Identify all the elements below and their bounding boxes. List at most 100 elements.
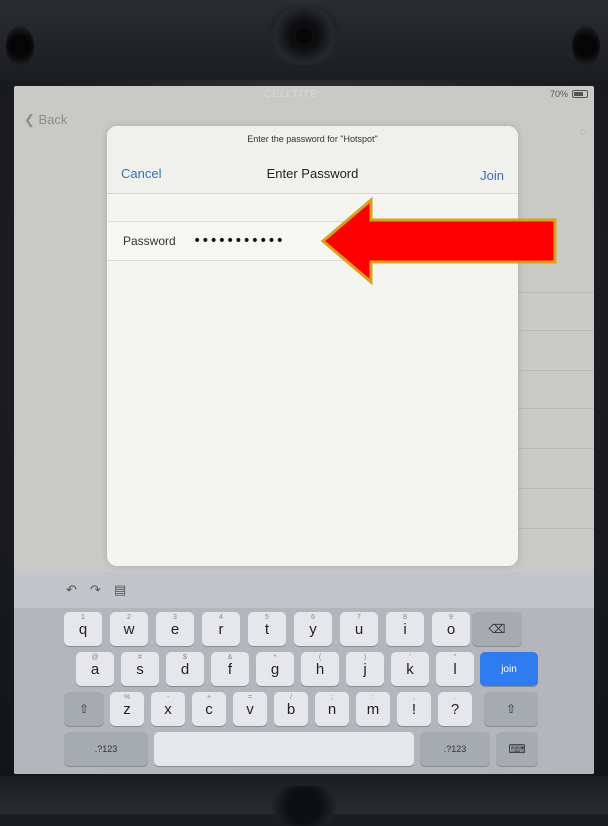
key-hint: :: [372, 694, 374, 701]
arrow-shape: [320, 196, 557, 286]
key-b[interactable]: / b: [274, 692, 308, 726]
key-label: w: [123, 620, 135, 638]
key-v[interactable]: = v: [233, 692, 267, 726]
key-hint: 4: [219, 614, 223, 621]
key-label: x: [164, 700, 172, 718]
shift-icon: ⇧: [78, 702, 90, 716]
key-label: v: [246, 700, 254, 718]
key-hint: 2: [127, 614, 131, 621]
key-hint: 1: [81, 614, 85, 621]
key-![interactable]: ,!: [397, 692, 431, 726]
battery-icon: [572, 90, 588, 98]
key-h[interactable]: (h: [301, 652, 339, 686]
key-hint: 6: [311, 614, 315, 621]
password-dialog: Enter the password for "Hotspot" Cancel …: [107, 126, 518, 566]
key-q[interactable]: 1q: [64, 612, 102, 646]
key-hint: 3: [173, 614, 177, 621]
key-label: g: [270, 660, 280, 678]
key-label: j: [363, 660, 367, 678]
undo-icon[interactable]: ↶: [66, 582, 77, 598]
numbers-key-left[interactable]: .?123: [64, 732, 148, 766]
key-hint: @: [91, 654, 99, 661]
carrier-label: CELLTITE: [264, 89, 318, 100]
key-o[interactable]: 9o: [432, 612, 470, 646]
key-hint: 8: [403, 614, 407, 621]
key-label: f: [227, 660, 233, 678]
key-label: z: [123, 700, 131, 718]
key-label: r: [218, 620, 224, 638]
key-t[interactable]: 5t: [248, 612, 286, 646]
key-e[interactable]: 3e: [156, 612, 194, 646]
key-m[interactable]: :m: [356, 692, 390, 726]
ipad-screen: CELLTITE 70% ❮ Back ◌ ⌔ ⌔ ⌔ ⌔ ⌔ ⌔ ⌔ ◌ En…: [14, 86, 594, 774]
key-label: s: [136, 660, 144, 678]
key-hint: #: [138, 654, 142, 661]
key-y[interactable]: 6y: [294, 612, 332, 646]
key-hint: %: [123, 694, 131, 701]
key-d[interactable]: $ d: [166, 652, 204, 686]
key-label: t: [264, 620, 270, 638]
key-g[interactable]: * g: [256, 652, 294, 686]
backspace-key[interactable]: ⌫: [472, 612, 522, 646]
key-hint: *: [273, 654, 277, 661]
key-a[interactable]: @ a: [76, 652, 114, 686]
key-label: m: [366, 700, 380, 718]
key-label: e: [170, 620, 180, 638]
key-r[interactable]: 4r: [202, 612, 240, 646]
key-label: u: [354, 620, 364, 638]
key-hint: =: [247, 694, 253, 701]
key-z[interactable]: % z: [110, 692, 144, 726]
key-hint: (: [318, 654, 322, 661]
key-hint: ': [409, 654, 411, 661]
key-j[interactable]: ) j: [346, 652, 384, 686]
key-u[interactable]: 7u: [340, 612, 378, 646]
keyboard-dismiss-key[interactable]: ⌨: [496, 732, 538, 766]
key-s[interactable]: # s: [121, 652, 159, 686]
key-c[interactable]: + c: [192, 692, 226, 726]
keyboard-icon: ⌨: [508, 742, 526, 756]
key-label: q: [78, 620, 88, 638]
back-button[interactable]: ❮ Back: [24, 112, 67, 128]
key-n[interactable]: ; n: [315, 692, 349, 726]
delete-icon: ⌫: [488, 622, 506, 636]
case-corner-right: [572, 26, 600, 66]
key-hint: +: [206, 694, 212, 701]
key-hint: ,: [413, 694, 415, 701]
dialog-prompt: Enter the password for "Hotspot": [247, 134, 378, 144]
home-button-housing: [272, 786, 336, 826]
redo-icon[interactable]: ↷: [90, 582, 101, 598]
key-i[interactable]: 8i: [386, 612, 424, 646]
key-hint: $: [183, 654, 187, 661]
paste-icon[interactable]: ▤: [114, 582, 126, 598]
key-hint: 5: [265, 614, 269, 621]
dialog-title: Enter Password: [266, 166, 359, 181]
key-label: y: [309, 620, 317, 638]
key-label: h: [315, 660, 325, 678]
case-corner-left: [6, 26, 34, 66]
key-label: k: [406, 660, 414, 678]
join-key[interactable]: join: [480, 652, 538, 686]
key-l[interactable]: " l: [436, 652, 474, 686]
key-w[interactable]: 2w: [110, 612, 148, 646]
numbers-key-right[interactable]: .?123: [420, 732, 490, 766]
key-hint: ): [363, 654, 367, 661]
key-label: a: [90, 660, 100, 678]
key-label: c: [205, 700, 213, 718]
shift-key-right[interactable]: ⇧: [484, 692, 538, 726]
key-k[interactable]: ' k: [391, 652, 429, 686]
key-label: o: [446, 620, 456, 638]
space-key[interactable]: [154, 732, 414, 766]
key-?[interactable]: .?: [438, 692, 472, 726]
dialog-header: Enter the password for "Hotspot" Cancel …: [107, 126, 518, 194]
key-f[interactable]: & f: [211, 652, 249, 686]
status-bar: CELLTITE 70%: [14, 86, 594, 104]
key-label: d: [180, 660, 190, 678]
key-hint: -: [166, 694, 170, 701]
camera-icon: [296, 28, 312, 44]
red-arrow-annotation: [320, 196, 557, 286]
shift-key-left[interactable]: ⇧: [64, 692, 104, 726]
key-label: n: [327, 700, 337, 718]
key-hint: 9: [449, 614, 453, 621]
key-x[interactable]: -x: [151, 692, 185, 726]
join-button[interactable]: Join: [480, 168, 504, 183]
